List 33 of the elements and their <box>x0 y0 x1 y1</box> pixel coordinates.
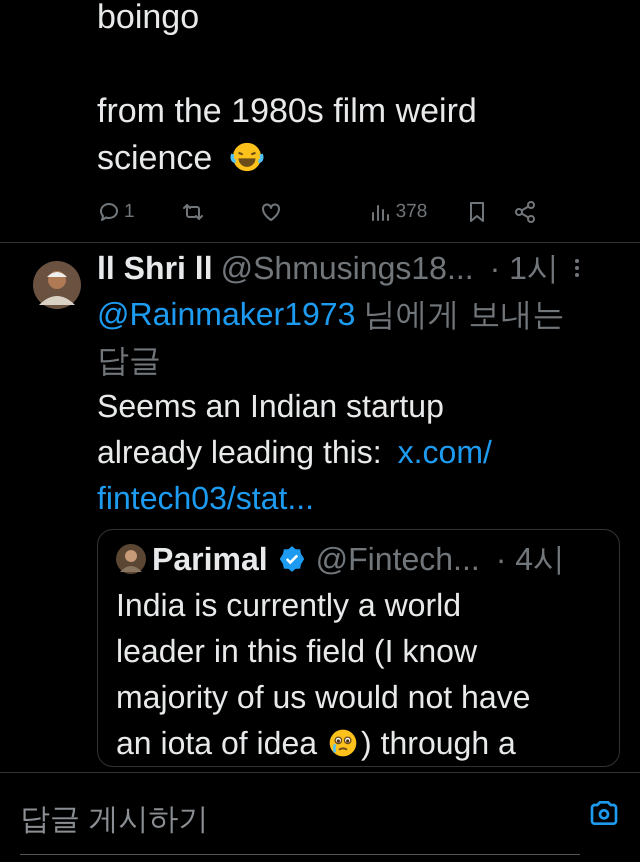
user-name[interactable]: ll Shri ll <box>97 245 213 291</box>
quoted-user-handle: @Fintech... <box>316 540 480 579</box>
tweet-text: science <box>97 138 212 179</box>
replying-to-text: 답글 <box>97 341 161 380</box>
teary-emoji-icon <box>327 727 360 759</box>
share-button[interactable] <box>513 200 538 224</box>
quoted-post-time: · 4시 <box>496 540 566 579</box>
quoted-post-text: leader in this field (I know <box>116 632 478 671</box>
laughing-emoji-icon <box>230 140 264 174</box>
quoted-post-text: India is currently a world <box>116 586 462 625</box>
more-icon <box>572 256 581 280</box>
post-time: · 1시 <box>490 249 559 288</box>
quoted-user-name[interactable]: Parimal <box>152 536 268 582</box>
tweet-text: boingo <box>97 0 200 38</box>
quoted-post-text: majority of us would not have <box>116 678 530 717</box>
quoted-post-text: an iota of idea <box>116 724 318 763</box>
reply-text: Seems an Indian startup <box>97 387 444 426</box>
tweet-text: from the 1980s film weird <box>97 91 477 132</box>
reply-input-field[interactable]: 답글 게시하기 <box>20 797 580 855</box>
quoted-post-card[interactable]: Parimal @Fintech... · 4시 India is currently a world leader in this field (I know majority of us would not have an iota of idea ) through a <box>97 529 620 767</box>
speech-bubble-icon <box>97 200 121 224</box>
post-link[interactable]: x.com/ <box>398 429 492 475</box>
avatar <box>116 544 146 574</box>
reply-button[interactable]: 1 <box>97 198 135 226</box>
quoted-post-text: ) through a <box>361 724 516 763</box>
share-icon <box>513 200 538 224</box>
reply-text: already leading this: <box>97 433 382 472</box>
post-link[interactable]: fintech03/stat... <box>97 475 314 521</box>
user-handle: @Shmusings18... <box>220 249 474 288</box>
mention-link[interactable]: @Rainmaker1973 <box>97 291 356 337</box>
replying-to-text: 님에게 보내는 <box>363 295 564 334</box>
views-button[interactable]: 378 <box>368 198 428 226</box>
avatar <box>33 261 81 309</box>
